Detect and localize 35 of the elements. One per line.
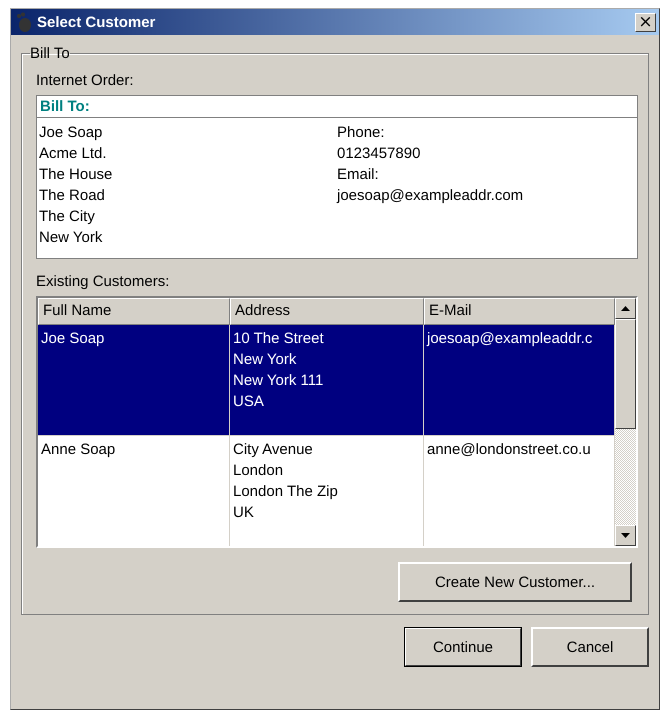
footprint-icon	[15, 12, 33, 32]
column-header[interactable]: Full Name	[38, 298, 230, 325]
customer-row[interactable]: Joe Soap 10 The Street New York New York 111 USA joesoap@exampleaddr.c	[38, 325, 615, 436]
table-cell: City Avenue London London The Zip UK	[230, 436, 424, 546]
table-cell: joesoap@exampleaddr.c	[424, 325, 615, 435]
table-cell: Anne Soap	[38, 436, 230, 546]
down-arrow-icon	[621, 533, 630, 538]
address-text: The House	[39, 165, 114, 185]
contact-text: Email:	[337, 165, 380, 185]
up-arrow-icon	[621, 306, 630, 311]
create-customer-button[interactable]: Create New Customer...	[398, 562, 632, 602]
window-title: Select Customer	[37, 14, 156, 30]
dialog-button[interactable]: Continue	[404, 627, 522, 667]
address-text: New York	[39, 228, 104, 248]
scrollbar[interactable]	[615, 298, 636, 546]
contact-text: Phone:	[337, 123, 386, 143]
dialog-button[interactable]: Cancel	[531, 627, 649, 667]
address-text: The Road	[39, 186, 106, 206]
contact-text: joesoap@exampleaddr.com	[337, 186, 524, 206]
column-header[interactable]: Address	[230, 298, 424, 325]
table-cell: 10 The Street New York New York 111 USA	[230, 325, 424, 435]
scroll-thumb[interactable]	[615, 319, 636, 429]
address-text: Acme Ltd.	[39, 144, 108, 164]
group-legend: Bill To	[30, 45, 70, 62]
table-cell: Joe Soap	[38, 325, 230, 435]
section-label: Internet Order:	[36, 72, 135, 89]
order-heading: Bill To:	[37, 96, 637, 118]
column-header[interactable]: E-Mail	[424, 298, 615, 325]
address-text: Joe Soap	[39, 123, 104, 143]
close-button[interactable]: ×	[635, 12, 656, 32]
contact-text: 0123457890	[337, 144, 422, 164]
scroll-down-button[interactable]	[615, 525, 636, 546]
address-text: The City	[39, 207, 96, 227]
scroll-up-button[interactable]	[615, 298, 636, 319]
section-label: Existing Customers:	[36, 273, 170, 290]
